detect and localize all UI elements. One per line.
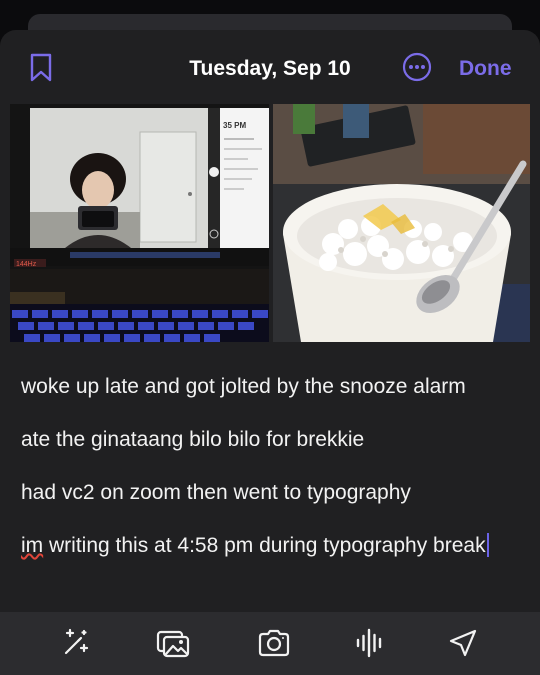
audio-waveform-icon[interactable]: [353, 626, 387, 660]
magic-wand-icon[interactable]: [59, 626, 93, 660]
done-button[interactable]: Done: [459, 57, 512, 81]
more-options-icon[interactable]: [402, 52, 432, 82]
toolbar: [0, 612, 540, 675]
location-arrow-icon[interactable]: [446, 626, 480, 660]
brand-text: 144Hz: [16, 261, 37, 268]
screen-time-text: 35 PM: [223, 121, 246, 130]
camera-icon[interactable]: [257, 626, 291, 660]
entry-line-rest: writing this at 4:58 pm during typograph…: [43, 534, 486, 557]
photo-attachments: 35 PM 144Hz: [10, 104, 530, 342]
misspelled-word[interactable]: im: [21, 534, 43, 557]
entry-line: ate the ginataang bilo bilo for brekkie: [21, 428, 365, 451]
entry-text[interactable]: woke up late and got jolted by the snooz…: [21, 374, 521, 559]
photo-library-icon[interactable]: [156, 626, 190, 660]
text-cursor: [486, 533, 489, 557]
entry-line: had vc2 on zoom then went to typography: [21, 481, 411, 504]
entry-line: woke up late and got jolted by the snooz…: [21, 375, 466, 398]
journal-entry-sheet: Tuesday, Sep 10 Done 35 PM 144Hz woke up…: [0, 30, 540, 675]
entry-line-current: im writing this at 4:58 pm during typogr…: [21, 533, 521, 559]
photo-bilo-bilo-cup[interactable]: [273, 104, 530, 342]
photo-laptop-selfie[interactable]: 35 PM 144Hz: [10, 104, 269, 342]
header: Tuesday, Sep 10 Done: [0, 30, 540, 104]
